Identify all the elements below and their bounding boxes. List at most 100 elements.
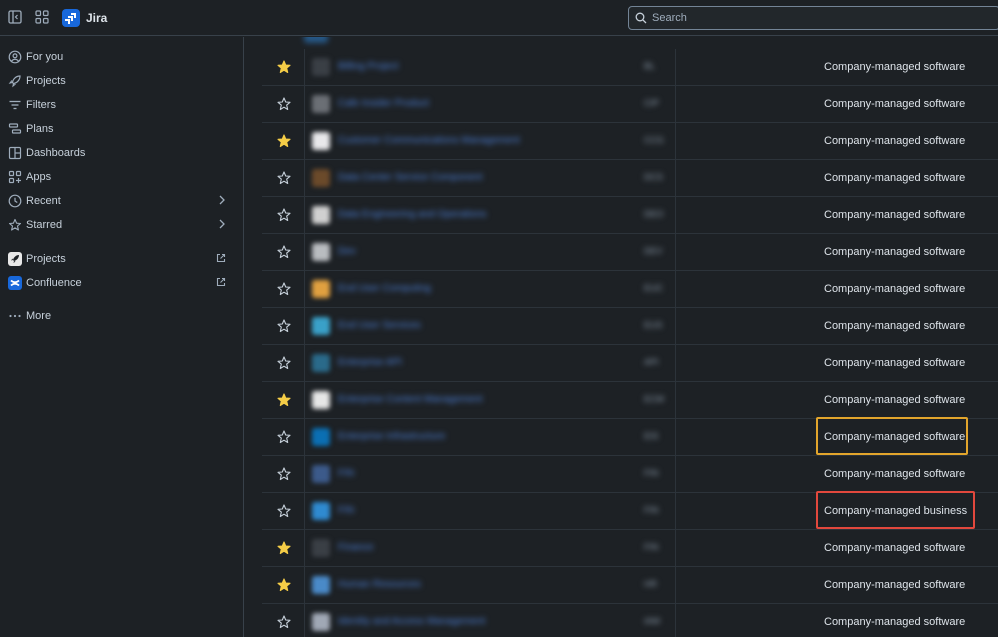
table-row[interactable]: Dev DEV Company-managed software (262, 234, 998, 271)
search-icon (635, 12, 647, 24)
table-row[interactable]: Data Center Service Component DCS Company-… (262, 160, 998, 197)
sidebar-app-confluence[interactable]: Confluence (0, 271, 243, 295)
sidebar-item-label: Plans (26, 123, 54, 135)
column-divider (675, 456, 676, 492)
confluence-icon (8, 276, 22, 290)
project-name-link[interactable]: Dev (338, 246, 356, 257)
sidebar-item-projects[interactable]: Projects (0, 69, 243, 93)
project-key: EUS (644, 320, 663, 330)
app-switcher-icon[interactable] (35, 10, 51, 26)
project-type: Company-managed software (824, 357, 966, 369)
sidebar-item-apps[interactable]: Apps (0, 165, 243, 189)
star-toggle-button[interactable] (262, 308, 304, 344)
star-toggle-button[interactable] (262, 567, 304, 603)
project-name-link[interactable]: Data Center Service Component (338, 172, 483, 183)
star-toggle-button[interactable] (262, 345, 304, 381)
table-row[interactable]: End User Services EUS Company-managed soft… (262, 308, 998, 345)
star-icon (277, 504, 291, 518)
project-type: Company-managed software (824, 172, 966, 184)
sidebar-item-label: Apps (26, 171, 52, 183)
chevron-right-icon (218, 195, 226, 208)
project-name-link[interactable]: Customer Communications Management (338, 135, 520, 146)
project-name-link[interactable]: FIN (338, 505, 354, 516)
project-name-link[interactable]: Data Engineering and Operations (338, 209, 486, 220)
sidebar-item-more[interactable]: More (0, 304, 243, 328)
table-row[interactable]: End User Computing EUC Company-managed sof… (262, 271, 998, 308)
column-divider (675, 271, 676, 307)
project-name-link[interactable]: Cafe Insider Product (338, 98, 429, 109)
filter-icon (8, 98, 22, 112)
sidebar-app-projects[interactable]: Projects (0, 247, 243, 271)
table-row[interactable]: Enterprise Infrastructure EIS Company-mana… (262, 419, 998, 456)
sidebar-toggle-icon[interactable] (8, 10, 24, 26)
star-toggle-button[interactable] (262, 86, 304, 122)
sidebar-item-recent[interactable]: Recent (0, 189, 243, 213)
app-title[interactable]: Jira (86, 11, 107, 25)
column-divider (675, 49, 676, 85)
star-icon (277, 393, 291, 407)
sidebar-item-starred[interactable]: Starred (0, 213, 243, 237)
table-row[interactable]: Identity and Access Management IAM Company… (262, 604, 998, 637)
project-name-link[interactable]: End User Services (338, 320, 421, 331)
project-key: BL (644, 61, 656, 71)
star-toggle-button[interactable] (262, 160, 304, 196)
table-row[interactable]: Billing Project BL Company-managed softwar… (262, 49, 998, 86)
star-toggle-button[interactable] (262, 604, 304, 637)
table-row[interactable]: FIN FIN Company-managed software (262, 456, 998, 493)
plans-icon (8, 122, 22, 136)
star-icon (277, 467, 291, 481)
table-row[interactable]: Cafe Insider Product CIP Company-managed s… (262, 86, 998, 123)
column-divider (675, 382, 676, 418)
project-type: Company-managed software (824, 468, 966, 480)
project-avatar (312, 576, 330, 594)
project-name-link[interactable]: Enterprise API (338, 357, 402, 368)
project-name-link[interactable]: FIN (338, 468, 354, 479)
column-divider (675, 567, 676, 603)
table-row[interactable]: Human Resources HR Company-managed softwar… (262, 567, 998, 604)
star-icon (277, 97, 291, 111)
project-name-link[interactable]: End User Computing (338, 283, 431, 294)
table-row[interactable]: Data Engineering and Operations DEO Compan… (262, 197, 998, 234)
jira-logo-icon[interactable] (62, 9, 80, 27)
project-key: IAM (644, 616, 661, 626)
sidebar-item-filters[interactable]: Filters (0, 93, 243, 117)
project-type: Company-managed software (824, 431, 966, 443)
project-name-link[interactable]: Human Resources (338, 579, 421, 590)
star-toggle-button[interactable] (262, 123, 304, 159)
project-key: API (644, 357, 659, 367)
sidebar-item-for-you[interactable]: For you (0, 45, 243, 69)
sidebar-item-dashboards[interactable]: Dashboards (0, 141, 243, 165)
search-input[interactable]: Search (628, 6, 998, 30)
star-toggle-button[interactable] (262, 456, 304, 492)
column-divider (304, 493, 305, 529)
star-toggle-button[interactable] (262, 49, 304, 85)
project-key: CCG (644, 135, 664, 145)
table-row[interactable]: Enterprise Content Management ECM Company-… (262, 382, 998, 419)
column-divider (675, 604, 676, 637)
project-name-link[interactable]: Identity and Access Management (338, 616, 485, 627)
project-name-link[interactable]: Enterprise Infrastructure (338, 431, 445, 442)
star-toggle-button[interactable] (262, 271, 304, 307)
table-row[interactable]: FIN FIN Company-managed business (262, 493, 998, 530)
sidebar-item-label: More (26, 310, 52, 322)
star-toggle-button[interactable] (262, 382, 304, 418)
project-avatar (312, 354, 330, 372)
table-row[interactable]: Finance FIN Company-managed software (262, 530, 998, 567)
table-row[interactable]: Customer Communications Management CCG Com… (262, 123, 998, 160)
star-toggle-button[interactable] (262, 234, 304, 270)
star-toggle-button[interactable] (262, 530, 304, 566)
column-divider (304, 49, 305, 85)
star-toggle-button[interactable] (262, 197, 304, 233)
sidebar-item-plans[interactable]: Plans (0, 117, 243, 141)
star-toggle-button[interactable] (262, 419, 304, 455)
project-key: EUC (644, 283, 664, 293)
project-name-link[interactable]: Enterprise Content Management (338, 394, 483, 405)
star-icon (8, 218, 22, 232)
table-row[interactable]: Enterprise API API Company-managed softwar… (262, 345, 998, 382)
column-divider (675, 308, 676, 344)
sidebar-item-label: Filters (26, 99, 56, 111)
column-divider (304, 234, 305, 270)
project-name-link[interactable]: Finance (338, 542, 374, 553)
project-name-link[interactable]: Billing Project (338, 61, 399, 72)
star-toggle-button[interactable] (262, 493, 304, 529)
